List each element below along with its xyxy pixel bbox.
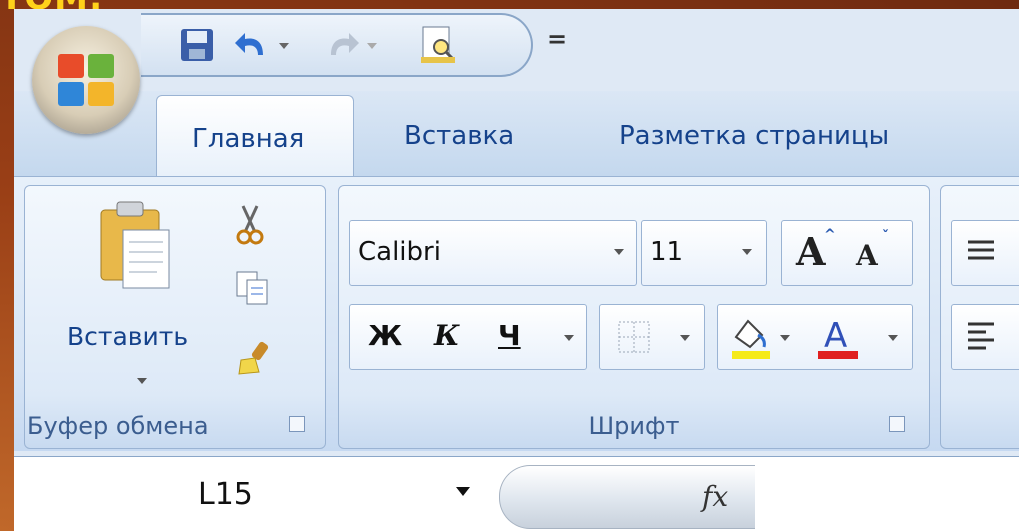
font-group: Calibri 11 A ^ A ˇ Ж К Ч A Шрифт — [338, 185, 930, 449]
font-name-dropdown-icon[interactable] — [614, 249, 624, 255]
redo-icon[interactable] — [321, 25, 361, 65]
undo-dropdown-icon[interactable] — [277, 25, 291, 65]
font-color-dropdown-icon[interactable] — [888, 335, 898, 341]
tab-insert[interactable]: Вставка — [404, 121, 514, 151]
clipboard-dialog-launcher-icon[interactable] — [289, 416, 305, 432]
align-top-button[interactable] — [951, 220, 1019, 286]
formula-bar-controls: fx — [499, 465, 755, 529]
save-icon[interactable] — [179, 25, 215, 65]
tab-page-layout[interactable]: Разметка страницы — [619, 121, 889, 151]
text-style-buttons: Ж К Ч — [349, 304, 587, 370]
underline-button[interactable]: Ч — [498, 319, 521, 352]
align-left-icon — [968, 322, 994, 350]
font-color-icon[interactable]: A — [816, 313, 860, 361]
clipboard-group-label: Буфер обмена — [27, 412, 209, 440]
customize-qat-icon[interactable]: = — [547, 25, 567, 53]
print-preview-icon[interactable] — [419, 25, 459, 65]
paste-button-label[interactable]: Вставить — [67, 322, 188, 351]
font-name-value: Calibri — [358, 237, 441, 267]
fill-color-dropdown-icon[interactable] — [780, 335, 790, 341]
font-size-dropdown-icon[interactable] — [742, 249, 752, 255]
font-size-combobox[interactable]: 11 — [641, 220, 767, 286]
excel-window: Вставка Разметка страницы Главная = Вста… — [14, 9, 1019, 531]
font-size-buttons: A ^ A ˇ — [781, 220, 913, 286]
cut-icon[interactable] — [235, 204, 265, 246]
insert-function-button[interactable]: fx — [702, 480, 728, 513]
tab-home-label: Главная — [192, 124, 305, 154]
borders-button[interactable] — [599, 304, 705, 370]
borders-icon — [618, 321, 650, 353]
format-painter-icon[interactable] — [235, 338, 273, 378]
ribbon: Вставить Буфер обмена Calibri 11 A ^ A ˇ… — [14, 176, 1019, 451]
office-logo-icon — [58, 54, 114, 106]
fill-color-icon[interactable] — [730, 313, 772, 361]
font-name-combobox[interactable]: Calibri — [349, 220, 637, 286]
tab-home[interactable]: Главная — [156, 95, 354, 180]
name-box-dropdown-icon[interactable] — [456, 487, 470, 496]
quick-access-toolbar — [141, 13, 533, 77]
font-group-label: Шрифт — [588, 412, 680, 440]
paste-dropdown-icon[interactable] — [137, 378, 147, 384]
color-buttons: A — [717, 304, 913, 370]
italic-button[interactable]: К — [434, 319, 459, 352]
formula-bar: L15 fx — [14, 456, 1019, 531]
shrink-font-arrow-icon: ˇ — [882, 229, 889, 245]
bold-button[interactable]: Ж — [368, 319, 402, 352]
font-size-value: 11 — [650, 237, 684, 267]
font-dialog-launcher-icon[interactable] — [889, 416, 905, 432]
alignment-group — [940, 185, 1019, 449]
undo-icon[interactable] — [233, 25, 273, 65]
underline-dropdown-icon[interactable] — [564, 335, 574, 341]
borders-dropdown-icon[interactable] — [680, 335, 690, 341]
grow-font-button[interactable]: A — [796, 229, 825, 274]
office-button[interactable] — [32, 26, 140, 134]
svg-text:A: A — [824, 316, 847, 356]
align-top-icon — [968, 240, 994, 260]
clipboard-group: Вставить Буфер обмена — [24, 185, 326, 449]
shrink-font-button[interactable]: A — [856, 239, 878, 272]
paste-icon[interactable] — [97, 200, 177, 296]
copy-icon[interactable] — [235, 270, 269, 306]
align-left-button[interactable] — [951, 304, 1019, 370]
redo-dropdown-icon[interactable] — [365, 25, 379, 65]
grow-font-arrow-icon: ^ — [824, 227, 836, 243]
name-box[interactable]: L15 — [198, 477, 253, 512]
